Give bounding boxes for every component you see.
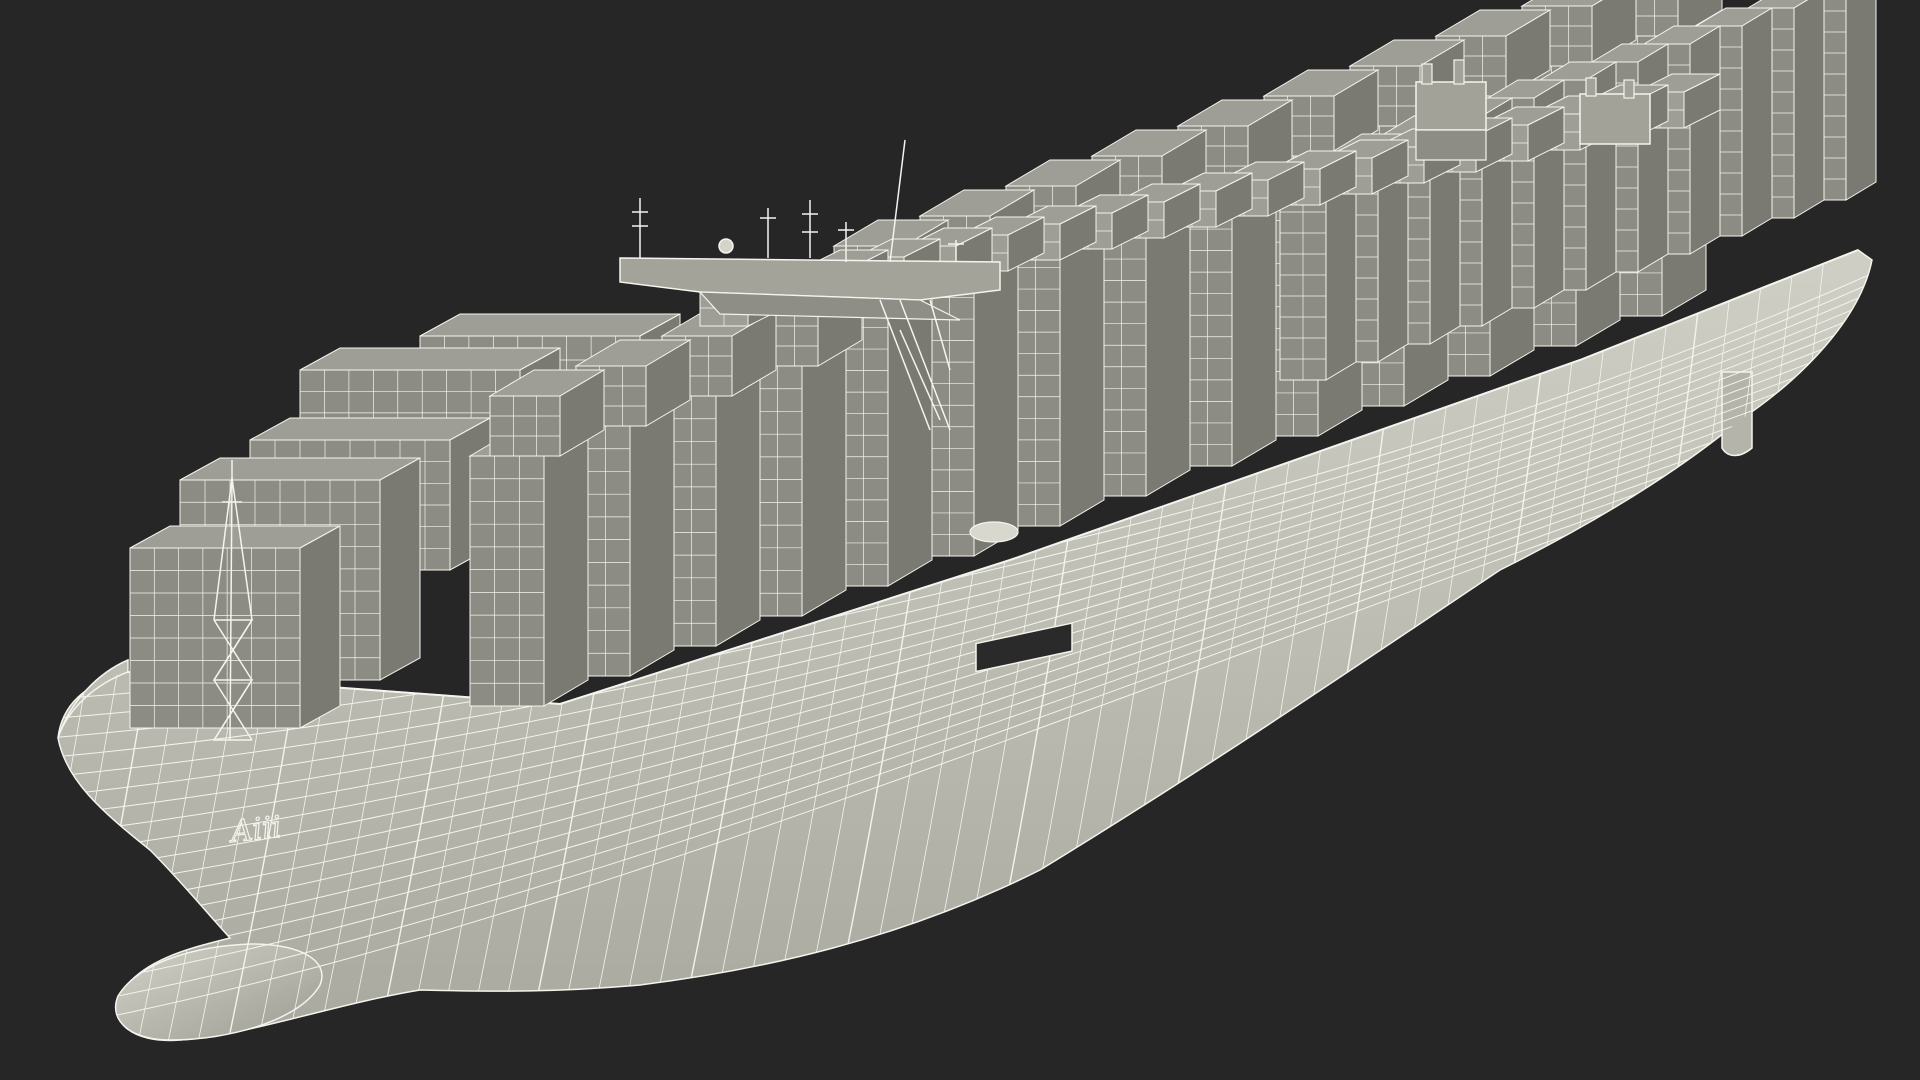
lifeboat (969, 521, 1019, 543)
hull-frame-line (58, 250, 91, 1041)
render-viewport: Aiii (0, 0, 1920, 1080)
hull-frame-line (58, 250, 121, 1041)
hull-marking: Aiii (226, 810, 283, 850)
hull-frame-line (58, 250, 61, 1041)
container-block (129, 525, 341, 729)
hull-frame-line (58, 250, 151, 1041)
rudder (1721, 371, 1753, 457)
container-block (468, 429, 590, 707)
ship-render: Aiii (57, 0, 1877, 1042)
bridge-wing (619, 257, 1001, 301)
